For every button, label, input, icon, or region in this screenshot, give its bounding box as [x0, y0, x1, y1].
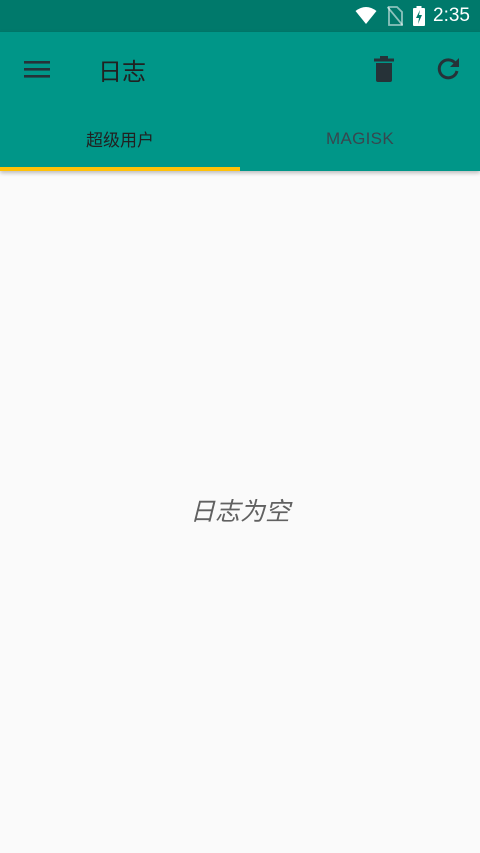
- app-bar: 日志 超级用户 MAGISK: [0, 32, 480, 171]
- tab-label: 超级用户: [86, 131, 154, 151]
- toolbar: 日志: [0, 32, 480, 106]
- hamburger-menu-button[interactable]: [16, 49, 58, 89]
- tab-label: MAGISK: [326, 128, 394, 148]
- page-title: 日志: [98, 58, 146, 86]
- battery-charging-icon: [413, 6, 426, 26]
- empty-log-message: 日志为空: [189, 497, 290, 526]
- no-sim-icon: [387, 6, 404, 26]
- log-content-area: 日志为空: [0, 171, 480, 853]
- trash-icon: [374, 56, 394, 82]
- hamburger-menu-icon: [24, 61, 50, 78]
- tab-bar: 超级用户 MAGISK: [0, 106, 480, 171]
- refresh-icon: [437, 58, 459, 80]
- status-time: 2:35: [433, 5, 470, 26]
- tab-superuser[interactable]: 超级用户: [0, 106, 240, 171]
- wifi-icon: [355, 7, 377, 25]
- status-bar: 2:35: [0, 0, 480, 32]
- delete-logs-button[interactable]: [364, 49, 404, 89]
- tab-magisk[interactable]: MAGISK: [240, 106, 480, 171]
- refresh-button[interactable]: [428, 49, 468, 89]
